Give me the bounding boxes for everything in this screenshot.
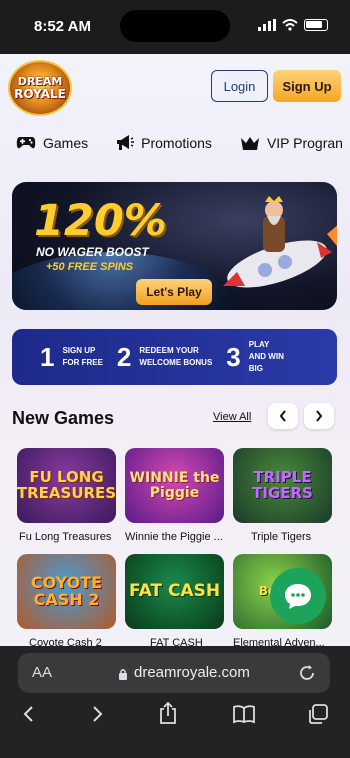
promo-banner[interactable]: 120% NO WAGER BOOST +50 FREE SPINS Let's… [12, 182, 337, 310]
logo-line2: ROYALE [14, 87, 66, 101]
lock-icon [119, 669, 127, 680]
game-art-winnie: WINNIE the Piggie [129, 469, 220, 501]
game-tile-coyote-cash[interactable]: COYOTE CASH 2 [17, 554, 116, 629]
crown-icon [240, 136, 259, 150]
wifi-icon [282, 19, 298, 31]
address-bar[interactable]: AA dreamroyale.com [18, 653, 330, 693]
banner-headline: 120% [34, 196, 167, 246]
status-time: 8:52 AM [34, 18, 91, 35]
step-3: 3 PLAY AND WIN BIG [226, 339, 284, 375]
prev-arrow-button[interactable] [268, 403, 298, 429]
nav-vip-label: VIP Progran [266, 135, 343, 151]
step-2-number: 2 [116, 341, 132, 372]
banner-line1: NO WAGER BOOST [36, 245, 149, 259]
game-name-elemental[interactable]: Elemental Adven... [233, 637, 337, 646]
step-3-line1: PLAY [248, 340, 270, 349]
chevron-left-icon [279, 410, 286, 422]
game-art-fat-cash: FAT CASH [128, 580, 221, 601]
megaphone-icon [117, 135, 135, 150]
next-arrow-button[interactable] [304, 403, 334, 429]
banner-line2: +50 FREE SPINS [46, 261, 134, 273]
step-3-line2: AND WIN [248, 352, 284, 361]
nav-item-games[interactable]: Games [16, 135, 88, 151]
step-1-line1: SIGN UP [62, 346, 96, 355]
battery-icon [304, 19, 328, 31]
live-chat-button[interactable] [270, 568, 326, 624]
chat-bubble-icon [285, 584, 311, 609]
how-it-works-banner: 1 SIGN UP FOR FREE 2 REDEEM YOUR WELCOME B… [12, 329, 337, 385]
forward-icon[interactable] [90, 704, 104, 724]
game-name-triple-tigers[interactable]: Triple Tigers [251, 531, 350, 543]
browser-toolbar: AA dreamroyale.com [0, 646, 350, 758]
step-2-line2: WELCOME BONUS [139, 358, 213, 367]
step-1-number: 1 [40, 341, 55, 372]
rocket-king-illustration [223, 196, 337, 288]
game-tile-fu-long[interactable]: FU LONG TREASURES [17, 448, 116, 523]
signup-button[interactable]: Sign Up [273, 70, 341, 102]
dynamic-island [120, 10, 230, 42]
nav-games-label: Games [43, 135, 89, 151]
step-2: 2 REDEEM YOUR WELCOME BONUS [117, 342, 212, 373]
game-name-winnie[interactable]: Winnie the Piggie ... [125, 531, 229, 543]
new-games-heading: New Games [12, 408, 115, 428]
nav-promotions-label: Promotions [141, 135, 212, 151]
game-tile-fat-cash[interactable]: FAT CASH [125, 554, 224, 629]
back-icon[interactable] [22, 704, 36, 724]
game-art-fu-long: FU LONG TREASURES [17, 467, 116, 502]
game-name-coyote-cash[interactable]: Coyote Cash 2 [29, 637, 133, 646]
game-tile-triple-tigers[interactable]: TRIPLE TIGERS [233, 448, 332, 523]
status-bar: 8:52 AM [0, 0, 350, 54]
reader-aa-button[interactable]: AA [32, 664, 52, 681]
game-tile-winnie[interactable]: WINNIE the Piggie [125, 448, 224, 523]
category-nav: Games Promotions VIP Progran [16, 134, 350, 152]
step-1: 1 SIGN UP FOR FREE [40, 342, 103, 373]
tabs-icon[interactable] [308, 704, 328, 724]
url-text: dreamroyale.com [134, 664, 250, 681]
gamepad-icon [16, 137, 36, 149]
game-art-triple-tigers: TRIPLE TIGERS [252, 467, 313, 502]
share-icon[interactable] [158, 701, 178, 725]
step-1-line2: FOR FREE [62, 358, 103, 367]
web-page: DREAM ROYALE Login Sign Up Games Promoti… [0, 54, 350, 646]
login-button[interactable]: Login [211, 70, 268, 102]
reload-icon[interactable] [298, 664, 316, 682]
view-all-link[interactable]: View All [213, 411, 251, 423]
nav-item-vip[interactable]: VIP Progran [240, 135, 343, 151]
step-3-line3: BIG [248, 364, 263, 373]
dream-royale-logo[interactable]: DREAM ROYALE [8, 60, 72, 116]
step-3-number: 3 [226, 341, 241, 372]
game-art-coyote-cash: COYOTE CASH 2 [30, 572, 103, 609]
signal-icon [258, 19, 276, 31]
nav-item-promotions[interactable]: Promotions [116, 134, 212, 152]
game-name-fu-long[interactable]: Fu Long Treasures [19, 531, 123, 543]
step-2-line1: REDEEM YOUR [139, 346, 199, 355]
bookmarks-icon[interactable] [232, 704, 256, 724]
lets-play-button[interactable]: Let's Play [136, 279, 212, 305]
chevron-right-icon [316, 410, 323, 422]
status-icons [258, 19, 328, 31]
